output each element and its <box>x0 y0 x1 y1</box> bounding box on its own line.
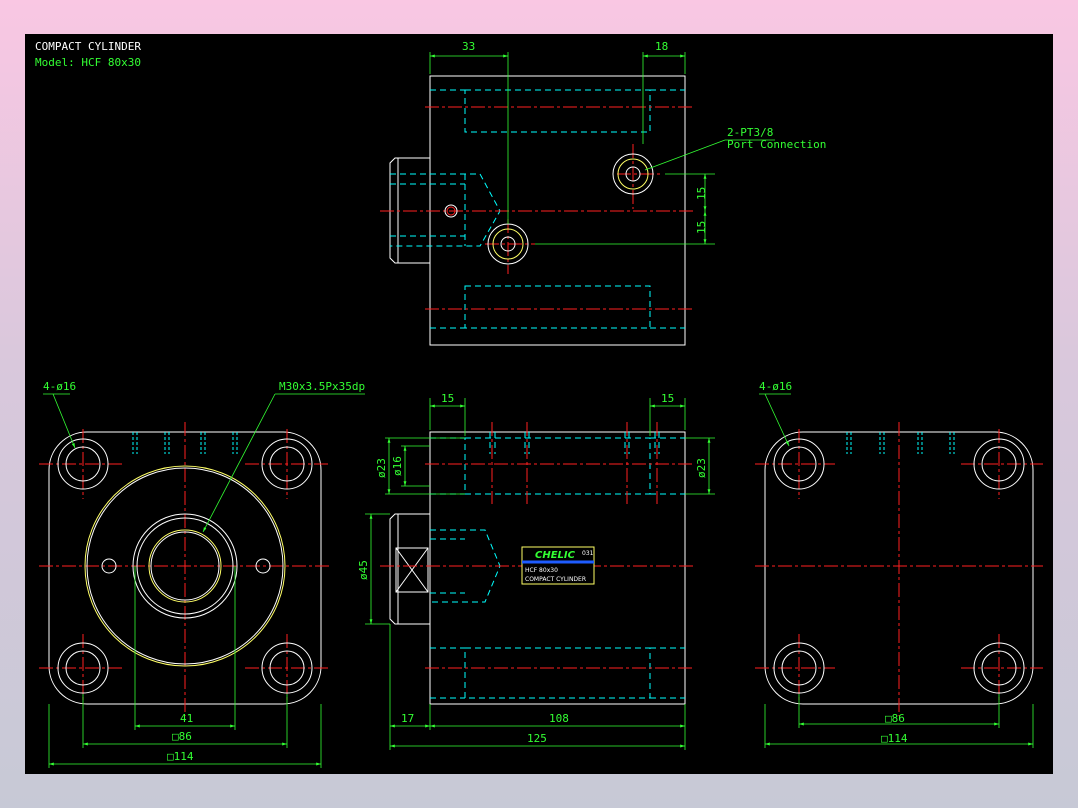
drawing-frame: COMPACT CYLINDER Model: HCF 80x30 33 18 … <box>25 34 1053 774</box>
dim-33: 33 <box>462 40 475 53</box>
dim-15-side-left: 15 <box>441 392 454 405</box>
dim-41: 41 <box>180 712 193 725</box>
top-view <box>380 52 775 346</box>
dim-86-rear: □86 <box>885 712 905 725</box>
nameplate-desc: COMPACT CYLINDER <box>525 576 586 583</box>
nameplate-brand: CHELIC <box>535 550 576 561</box>
dim-23-left: ø23 <box>375 458 388 478</box>
drawing-title: COMPACT CYLINDER <box>35 40 141 53</box>
rear-holes-label: 4-ø16 <box>759 380 792 393</box>
nameplate-model: HCF 80x30 <box>525 567 558 574</box>
dim-125: 125 <box>527 732 547 745</box>
dim-114-rear: □114 <box>881 732 908 745</box>
thread-label: M30x3.5Px35dp <box>279 380 365 393</box>
front-view <box>39 393 365 768</box>
dim-15-side-right: 15 <box>661 392 674 405</box>
port-sublabel: Port Connection <box>727 138 826 151</box>
dim-23-right: ø23 <box>695 458 708 478</box>
nameplate-mark: 031 <box>582 550 594 557</box>
dim-108: 108 <box>549 712 569 725</box>
dim-15-lower: 15 <box>695 221 708 234</box>
rear-view <box>755 393 1043 748</box>
dim-16: ø16 <box>391 456 404 476</box>
side-view <box>365 398 715 750</box>
dim-17: 17 <box>401 712 414 725</box>
model-label: Model: HCF 80x30 <box>35 56 141 69</box>
dim-45: ø45 <box>357 560 370 580</box>
dim-18: 18 <box>655 40 668 53</box>
cad-drawing: COMPACT CYLINDER Model: HCF 80x30 33 18 … <box>35 40 1043 768</box>
dim-86-front: □86 <box>172 730 192 743</box>
dim-15-upper: 15 <box>695 187 708 200</box>
front-holes-label: 4-ø16 <box>43 380 76 393</box>
dim-114-front: □114 <box>167 750 194 763</box>
